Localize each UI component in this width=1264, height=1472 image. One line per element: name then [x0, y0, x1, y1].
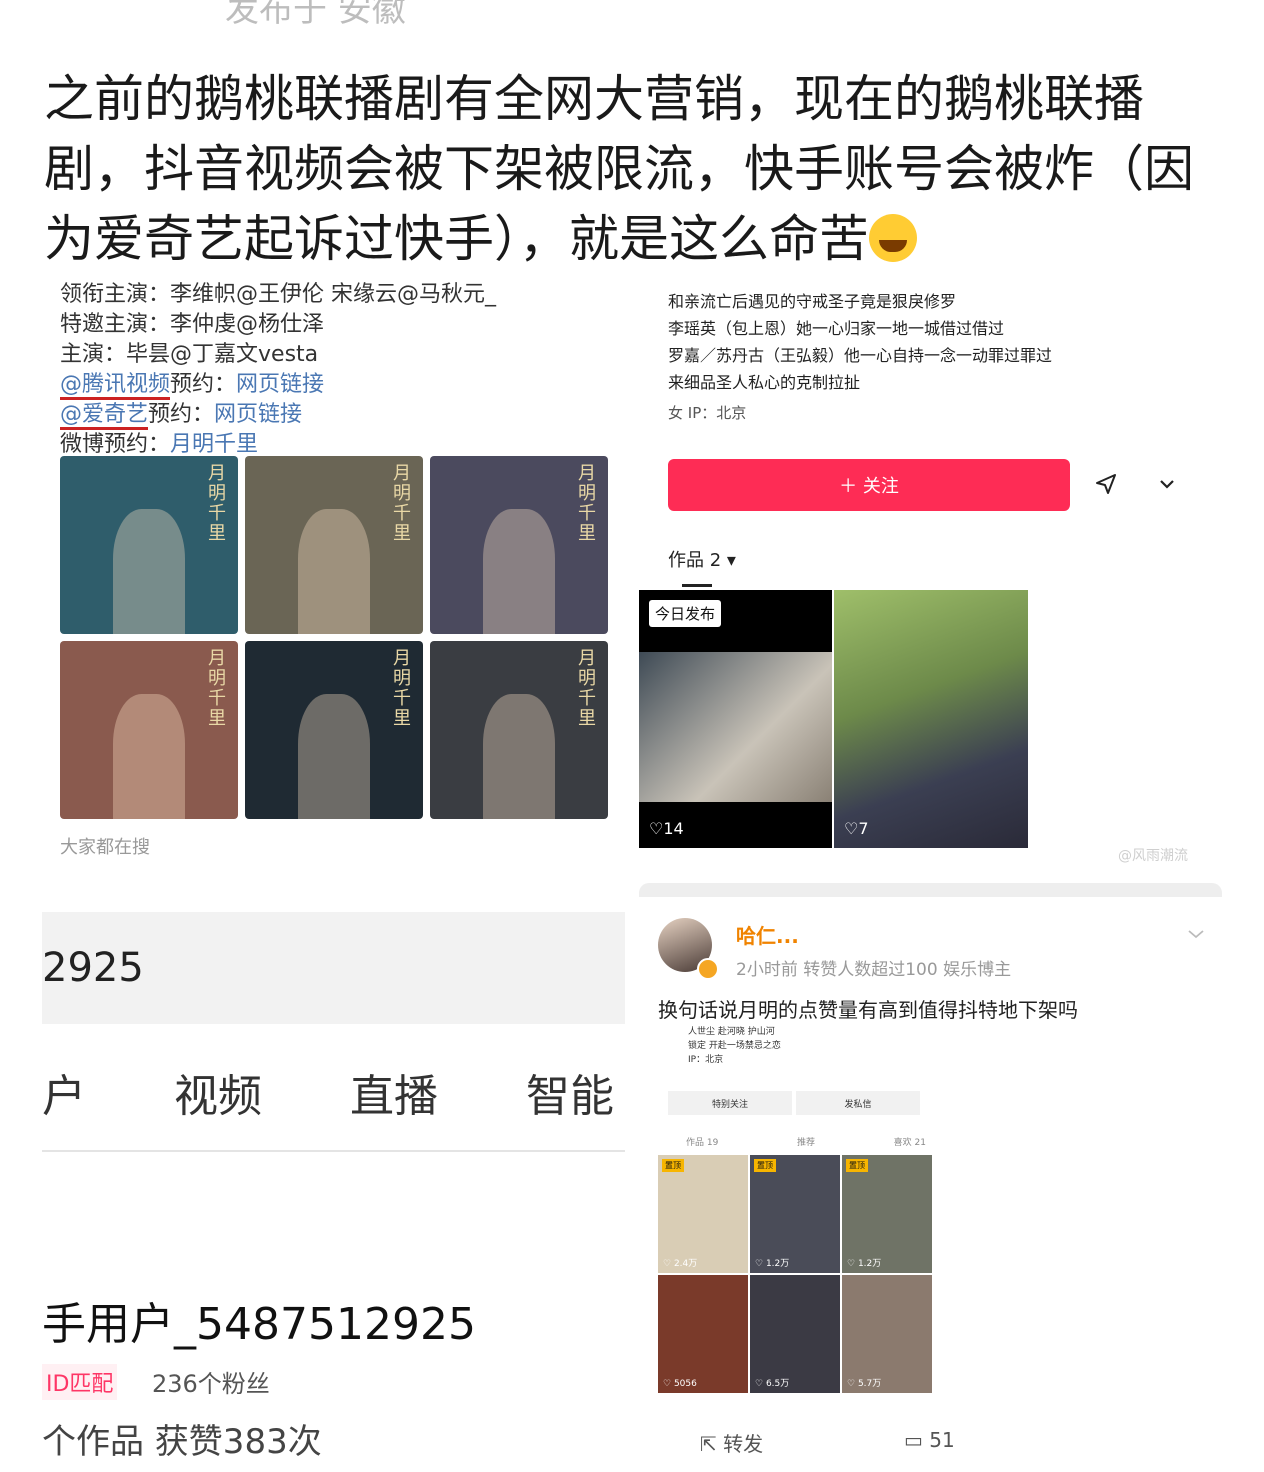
mini-video: 置顶 ♡ 1.2万: [842, 1155, 932, 1273]
kuaishou-username: 手用户_5487512925: [42, 1299, 476, 1350]
mini-video: 置顶 ♡ 2.4万: [658, 1155, 748, 1273]
send-icon[interactable]: [1094, 472, 1118, 496]
character-poster[interactable]: 月明千里: [60, 641, 238, 819]
follow-button[interactable]: ＋ 关注: [668, 459, 1070, 511]
kuaishou-tabs: 户 视频 直播 智能: [42, 1060, 625, 1120]
bio-line: 李瑶英（包上恩）她一心归家一地一城借过借过: [668, 319, 1005, 338]
bio-line: 罗嘉／苏丹古（王弘毅）他一心自持一念一动罪过罪过: [668, 346, 1053, 365]
divider: [42, 1150, 625, 1152]
tencent-video-mention[interactable]: @腾讯视频: [60, 372, 171, 400]
cast-row-special: 特邀主演：李仲虔@杨仕泽: [60, 312, 325, 337]
mini-video: 置顶 ♡ 1.2万: [750, 1155, 840, 1273]
mini-tabs: 作品 19 推荐 喜欢 21: [686, 1138, 926, 1148]
tab-works[interactable]: 作品 2 ▾: [668, 546, 736, 572]
kuaishou-id: 2925: [42, 945, 144, 991]
bio-line: 来细品圣人私心的克制拉扯: [668, 373, 861, 392]
preorder-tencent[interactable]: @腾讯视频预约：网页链接: [60, 370, 620, 400]
cast-info: 领衔主演：李维帜@王伊伦 宋缘云@马秋元_ 特邀主演：李仲虔@杨仕泽 主演：毕昙…: [60, 280, 620, 460]
douyin-bio: 和亲流亡后遇见的守戒圣子竟是狠戾修罗 李瑶英（包上恩）她一心归家一地一城借过借过…: [668, 288, 1228, 427]
card-edge: [639, 883, 1222, 897]
mini-bio: 人世尘 赴河晓 护山河 锁定 开赴一场禁忌之恋 IP：北京: [688, 1027, 781, 1065]
video-thumbnail[interactable]: 今日发布 ♡14: [639, 590, 832, 848]
tab-smart[interactable]: 智能: [526, 1071, 614, 1120]
today-badge: 今日发布: [649, 600, 722, 627]
search-hint: 大家都在搜: [60, 837, 150, 858]
super-topic-link[interactable]: 月明千里: [170, 432, 258, 457]
iqiyi-mention[interactable]: @爱奇艺: [60, 402, 149, 430]
character-poster[interactable]: 月明千里: [430, 456, 608, 634]
chevron-down-icon[interactable]: [1186, 924, 1206, 944]
character-poster[interactable]: 月明千里: [245, 641, 423, 819]
mini-buttons: 特别关注 发私信: [668, 1091, 920, 1115]
like-count: ♡7: [844, 819, 869, 838]
comment-button[interactable]: ▭ 51: [904, 1428, 955, 1452]
tab-indicator: [682, 584, 712, 587]
post-body: 之前的鹅桃联播剧有全网大营销，现在的鹅桃联播剧，抖音视频会被下架被限流，快手账号…: [44, 70, 1194, 268]
preorder-iqiyi[interactable]: @爱奇艺预约：网页链接: [60, 400, 620, 430]
chevron-down-icon[interactable]: [1157, 474, 1177, 494]
mini-video: ♡ 6.5万: [750, 1275, 840, 1393]
repost-text: 换句话说月明的点赞量有高到值得抖特地下架吗: [658, 998, 1078, 1022]
repost-meta: 2小时前 转赞人数超过100 娱乐博主: [736, 960, 1012, 980]
embedded-profile-screenshot: 人世尘 赴河晓 护山河 锁定 开赴一场禁忌之恋 IP：北京 特别关注 发私信 作…: [658, 1025, 938, 1397]
mini-video-grid: 置顶 ♡ 2.4万 置顶 ♡ 1.2万 置顶 ♡ 1.2万 ♡ 5056 ♡ 6.5万…: [658, 1155, 932, 1393]
character-poster[interactable]: 月明千里: [430, 641, 608, 819]
laughing-emoji-icon: [869, 214, 917, 262]
video-thumbnail[interactable]: ♡7: [834, 590, 1028, 848]
profile-meta: 女 IP：北京: [668, 404, 747, 422]
verified-badge-icon: [697, 958, 719, 980]
works-likes-stats: 个作品 获赞383次: [42, 1422, 322, 1462]
video-frame: [639, 652, 832, 802]
post-text: 之前的鹅桃联播剧有全网大营销，现在的鹅桃联播剧，抖音视频会被下架被限流，快手账号…: [44, 64, 1234, 274]
message-button: 发私信: [796, 1091, 920, 1115]
tab-live[interactable]: 直播: [350, 1071, 438, 1120]
tab-user[interactable]: 户: [42, 1071, 86, 1120]
bio-line: 和亲流亡后遇见的守戒圣子竟是狠戾修罗: [668, 292, 957, 311]
mini-video: ♡ 5.7万: [842, 1275, 932, 1393]
cast-row-main: 主演：毕昙@丁嘉文vesta: [60, 342, 319, 367]
fan-count: 236个粉丝: [152, 1370, 270, 1398]
poster-grid: 月明千里 月明千里 月明千里 月明千里 月明千里 月明千里: [60, 456, 608, 819]
web-link[interactable]: 网页链接: [214, 402, 302, 427]
id-match-chip: ID匹配: [42, 1364, 118, 1400]
comment-icon: ▭: [904, 1428, 923, 1452]
like-count: ♡14: [649, 819, 684, 838]
watermark: @风雨潮流: [1118, 848, 1188, 864]
repost-button[interactable]: ⇱ 转发: [700, 1428, 763, 1457]
web-link[interactable]: 网页链接: [236, 372, 324, 397]
post-location: 发布于 安徽: [225, 0, 406, 30]
repost-username[interactable]: 哈仁...: [736, 920, 799, 949]
tab-video[interactable]: 视频: [174, 1071, 262, 1120]
character-poster[interactable]: 月明千里: [245, 456, 423, 634]
cast-row-lead: 领衔主演：李维帜@王伊伦 宋缘云@马秋元_: [60, 282, 497, 307]
mini-video: ♡ 5056: [658, 1275, 748, 1393]
special-follow-button: 特别关注: [668, 1091, 792, 1115]
character-poster[interactable]: 月明千里: [60, 456, 238, 634]
share-icon: ⇱: [700, 1432, 717, 1456]
